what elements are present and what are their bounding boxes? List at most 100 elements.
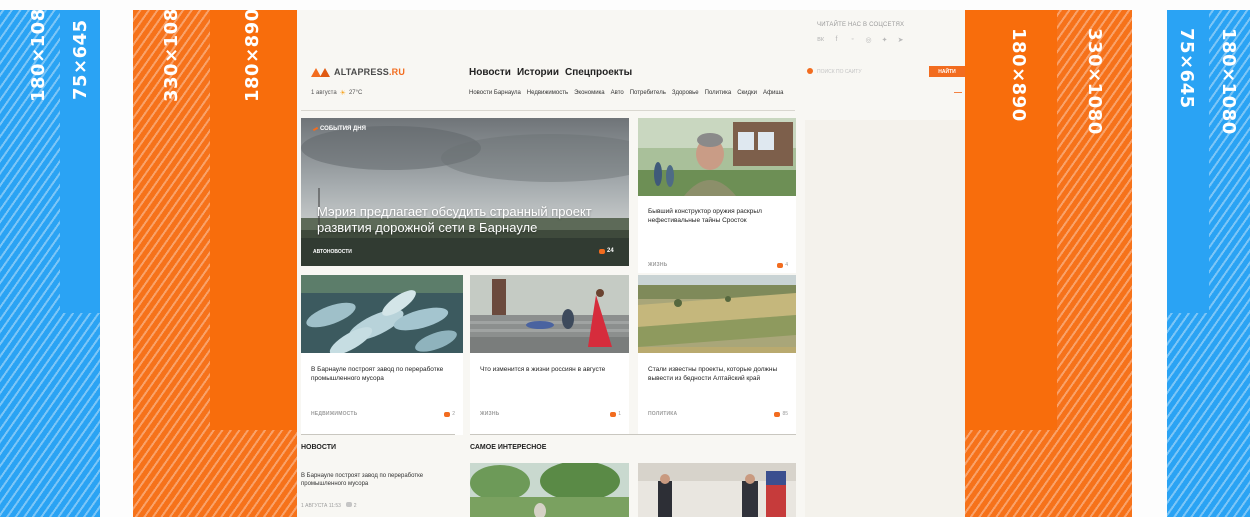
subnav-item[interactable]: Афиша [763, 90, 784, 96]
social-icons: вк f ◦ ◎ ✦ ➤ [817, 36, 904, 44]
hero-tag-label: СОБЫТИЯ ДНЯ [320, 126, 366, 132]
comment-icon [444, 411, 451, 417]
sun-icon: ☀ [339, 90, 346, 97]
side-story-photo [638, 118, 796, 196]
news-card-category[interactable]: НЕДВИЖИМОСТЬ [311, 411, 357, 417]
hero-category[interactable]: АВТОНОВОСТИ [313, 249, 352, 255]
news-item-timestamp: 1 АВГУСТА 11:53 [301, 503, 341, 509]
telegram-icon[interactable]: ➤ [897, 36, 904, 44]
nav-news[interactable]: Новости [469, 67, 511, 78]
comment-icon [599, 248, 605, 254]
news-card-comments[interactable]: 85 [774, 411, 788, 417]
comment-count: 2 [452, 411, 455, 417]
news-card[interactable]: Что изменится в жизни россиян в августе … [470, 275, 629, 435]
zone-size-label: 75×645 [70, 19, 91, 100]
site-logo[interactable]: ALTAPRESS.RU [311, 67, 405, 77]
comment-icon [774, 411, 781, 417]
popular-card[interactable] [638, 463, 796, 517]
ad-layout-preview: 180×1080 75×645 330×1080 180×890 330×108… [0, 0, 1250, 517]
site-mockup: ЧИТАЙТЕ НАС В СОЦСЕТЯХ вк f ◦ ◎ ✦ ➤ ALTA… [297, 10, 965, 517]
zone-size-label: 75×645 [1176, 28, 1197, 109]
popular-card[interactable] [470, 463, 629, 517]
search-icon [807, 68, 813, 74]
subnav-item[interactable]: Здоровье [672, 90, 699, 96]
main-nav: Новости Истории Спецпроекты [469, 67, 632, 78]
news-card-comments[interactable]: 1 [610, 411, 621, 417]
header-divider [301, 110, 795, 111]
current-date: 1 августа [311, 90, 337, 96]
subnav-item[interactable]: Скидки [737, 90, 757, 96]
social-block: ЧИТАЙТЕ НАС В СОЦСЕТЯХ вк f ◦ ◎ ✦ ➤ [805, 10, 965, 64]
comment-count: 4 [785, 262, 788, 268]
hero-story[interactable]: СОБЫТИЯ ДНЯ Мэрия предлагает обсудить ст… [301, 118, 629, 266]
hero-comment-count: 24 [607, 248, 614, 254]
sub-nav: Новости Барнаула Недвижимость Экономика … [469, 90, 784, 96]
zone-size-label: 330×1080 [1084, 28, 1105, 135]
bottles-photo [301, 275, 463, 353]
side-story[interactable]: Бывший конструктор оружия раскрыл нефест… [638, 118, 796, 273]
side-story-comments[interactable]: 4 [777, 262, 788, 268]
side-story-category[interactable]: ЖИЗНЬ [648, 262, 667, 268]
news-card-title[interactable]: Что изменится в жизни россиян в августе [480, 365, 620, 374]
ad-zone-left-narrow: 75×645 [60, 10, 100, 313]
zone-size-label: 180×1080 [1218, 28, 1239, 135]
news-list-item-meta: 1 АВГУСТА 11:53 2 [301, 502, 356, 509]
news-card-category[interactable]: ЖИЗНЬ [480, 411, 499, 417]
subnav-item[interactable]: Новости Барнаула [469, 90, 521, 96]
news-card[interactable]: Стали известны проекты, которые должны в… [638, 275, 796, 435]
zone-size-label: 180×890 [1008, 28, 1029, 122]
street-photo [470, 275, 629, 353]
news-card-title[interactable]: В Барнауле построят завод по переработке… [311, 365, 453, 383]
facebook-icon[interactable]: f [833, 36, 840, 44]
nav-special-projects[interactable]: Спецпроекты [565, 67, 632, 78]
comment-icon [610, 411, 617, 417]
zone-size-label: 180×890 [242, 10, 263, 102]
news-section-rule [301, 434, 455, 435]
vk-icon[interactable]: вк [817, 36, 824, 44]
twitter-icon[interactable]: ✦ [881, 36, 888, 44]
date-weather: 1 августа ☀ 27°С [311, 89, 362, 97]
nav-stories[interactable]: Истории [517, 67, 559, 78]
subnav-more-button[interactable]: — [954, 88, 962, 97]
right-sidebar [805, 120, 965, 517]
search-input[interactable] [817, 66, 925, 78]
popular-section-title[interactable]: САМОЕ ИНТЕРЕСНОЕ [470, 444, 546, 451]
news-section-title[interactable]: НОВОСТИ [301, 444, 336, 451]
hero-photo [301, 118, 629, 266]
subnav-item[interactable]: Потребитель [630, 90, 666, 96]
news-card-comments[interactable]: 2 [444, 411, 455, 417]
subnav-item[interactable]: Недвижимость [527, 90, 568, 96]
ad-zone-right-inner: 180×890 [965, 10, 1057, 430]
logo-tld: .RU [388, 67, 406, 77]
zone-size-label: 330×1080 [161, 10, 182, 102]
odnoklassniki-icon[interactable]: ◦ [849, 36, 856, 44]
side-story-title[interactable]: Бывший конструктор оружия раскрыл нефест… [648, 207, 786, 225]
comment-count: 85 [782, 411, 788, 417]
hero-title[interactable]: Мэрия предлагает обсудить странный проек… [317, 204, 617, 236]
subnav-item[interactable]: Политика [705, 90, 732, 96]
hero-tag: СОБЫТИЯ ДНЯ [312, 126, 366, 132]
news-card-category[interactable]: ПОЛИТИКА [648, 411, 677, 417]
news-card-title[interactable]: Стали известны проекты, которые должны в… [648, 365, 788, 383]
tag-marker-icon [312, 126, 319, 132]
search-bar: НАЙТИ [805, 66, 965, 78]
trees-photo [470, 463, 629, 517]
logo-mountains-icon [311, 67, 331, 77]
comment-count: 1 [618, 411, 621, 417]
ad-zone-right-narrow: 75×645 [1167, 10, 1209, 313]
subnav-item[interactable]: Экономика [574, 90, 605, 96]
subnav-item[interactable]: Авто [611, 90, 624, 96]
news-list-item-title[interactable]: В Барнауле построят завод по переработке… [301, 472, 451, 488]
comment-icon [346, 502, 353, 507]
logo-name: ALTAPRESS [334, 67, 389, 77]
zone-size-label: 180×1080 [28, 10, 49, 102]
search-button[interactable]: НАЙТИ [929, 66, 965, 77]
instagram-icon[interactable]: ◎ [865, 36, 872, 44]
news-card[interactable]: В Барнауле построят завод по переработке… [301, 275, 463, 435]
popular-section-rule [470, 434, 796, 435]
comment-icon [777, 262, 784, 268]
ad-zone-left-inner: 180×890 [210, 10, 297, 430]
social-title: ЧИТАЙТЕ НАС В СОЦСЕТЯХ [817, 22, 905, 28]
hero-comments[interactable]: 24 [599, 248, 614, 254]
officials-photo [638, 463, 796, 517]
